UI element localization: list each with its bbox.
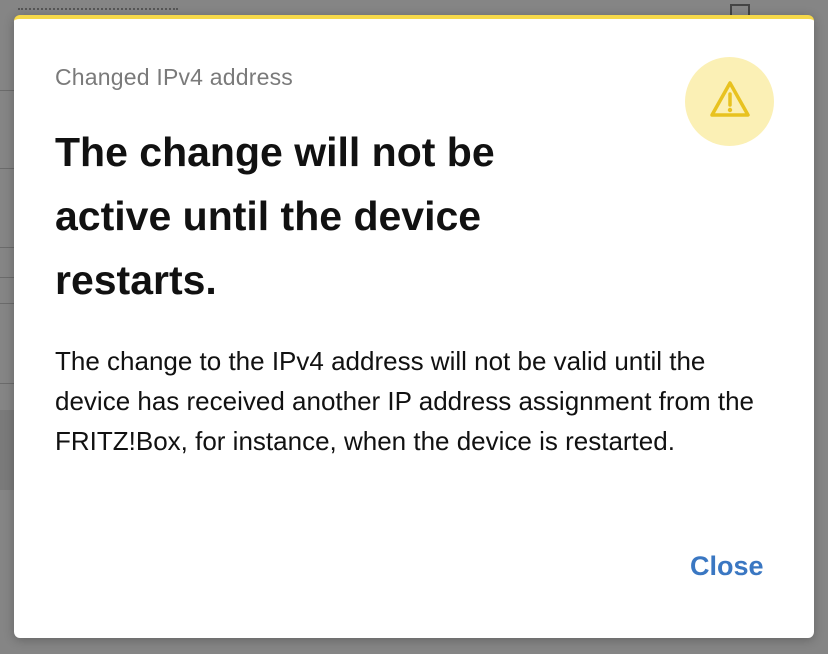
background-panel	[0, 410, 14, 490]
background-divider	[0, 303, 14, 304]
background-divider	[0, 383, 14, 384]
close-button[interactable]: Close	[682, 545, 772, 587]
background-divider	[0, 277, 14, 278]
background-divider	[0, 247, 14, 248]
info-dialog: Changed IPv4 address The change will not…	[14, 15, 814, 638]
dialog-headline: The change will not be active until the …	[55, 129, 495, 303]
background-divider	[0, 168, 14, 169]
dialog-message: The change to the IPv4 address will not …	[55, 346, 755, 456]
background-divider	[0, 90, 14, 91]
warning-icon	[708, 79, 752, 124]
warning-badge	[685, 57, 774, 146]
dialog-subtitle: Changed IPv4 address	[55, 64, 293, 90]
